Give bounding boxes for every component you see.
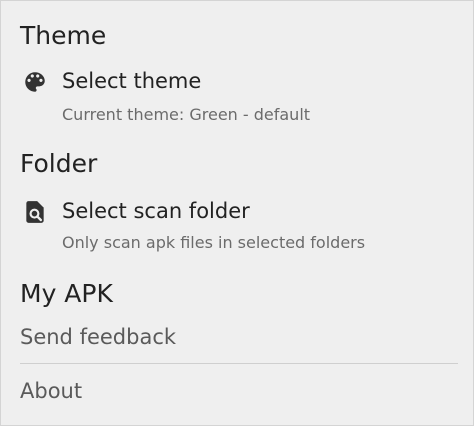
palette-icon: [22, 69, 48, 95]
section-header-folder: Folder: [20, 149, 98, 178]
settings-screen: Theme Select theme Current theme: Green …: [0, 0, 474, 426]
select-scan-folder-summary: Only scan apk files in selected folders: [62, 233, 366, 252]
send-feedback-item[interactable]: Send feedback: [1, 317, 473, 357]
select-theme-summary: Current theme: Green - default: [62, 105, 311, 124]
section-header-theme: Theme: [20, 21, 107, 50]
select-theme-title: Select theme: [62, 69, 202, 93]
select-scan-folder-item[interactable]: Select scan folder Only scan apk files i…: [1, 193, 473, 261]
section-header-my-apk: My APK: [20, 279, 113, 308]
select-scan-folder-title: Select scan folder: [62, 199, 250, 223]
select-theme-item[interactable]: Select theme Current theme: Green - defa…: [1, 63, 473, 131]
about-item[interactable]: About: [1, 371, 473, 411]
send-feedback-label: Send feedback: [20, 325, 177, 349]
about-label: About: [20, 379, 83, 403]
folder-search-icon: [22, 199, 48, 225]
divider: [20, 363, 458, 364]
